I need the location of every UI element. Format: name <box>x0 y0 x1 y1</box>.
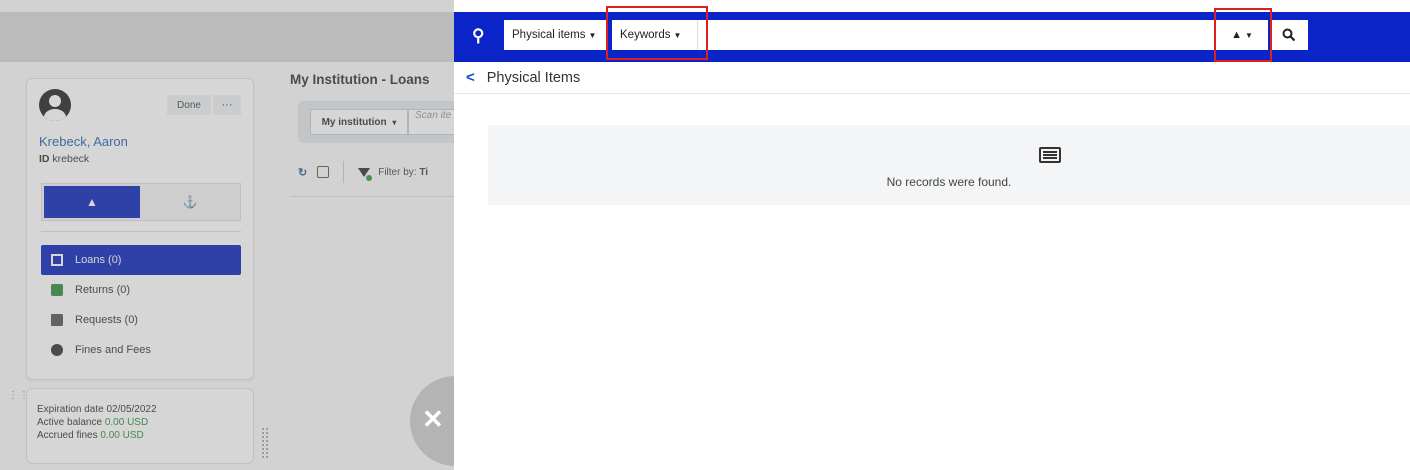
breadcrumb-title: Physical Items <box>486 69 581 86</box>
search-logo-icon: ⚲ <box>472 26 485 45</box>
empty-results-message: No records were found. <box>886 175 1012 189</box>
annotation-highlight-scope <box>1214 8 1272 62</box>
list-icon <box>1039 147 1061 163</box>
breadcrumb: < Physical Items <box>454 62 1410 94</box>
back-chevron-icon[interactable]: < <box>466 69 475 86</box>
annotation-highlight-keywords <box>606 6 708 60</box>
screen: Done ··· Krebeck, Aaron ID krebeck ▲ ⚓ L… <box>0 0 1410 470</box>
patron-services-page: Done ··· Krebeck, Aaron ID krebeck ▲ ⚓ L… <box>0 0 500 470</box>
caret-down-icon: ▼ <box>588 30 597 40</box>
close-icon: ✕ <box>422 404 444 434</box>
search-bar: ⚲ Physical items ▼ Keywords ▼ ▲ ▼ <box>454 6 1410 62</box>
search-icon <box>1282 28 1296 42</box>
overlay-dimmer[interactable] <box>0 0 454 470</box>
results-area: No records were found. <box>488 125 1410 205</box>
search-panel: ⚲ Physical items ▼ Keywords ▼ ▲ ▼ < Physica… <box>454 6 1410 470</box>
search-type-dropdown[interactable]: Physical items ▼ <box>504 20 608 50</box>
search-input[interactable] <box>698 20 1216 50</box>
search-button[interactable] <box>1270 20 1308 50</box>
